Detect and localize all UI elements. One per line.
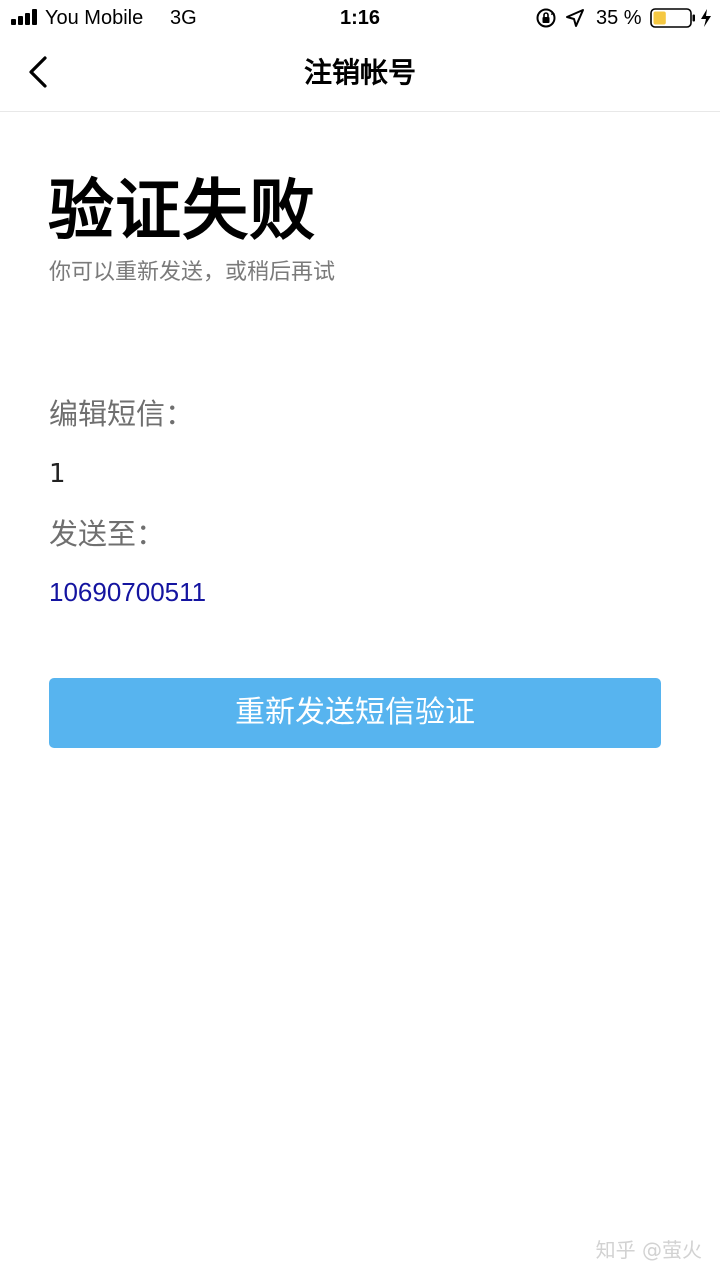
verification-hint-text: 你可以重新发送，或稍后再试 bbox=[49, 260, 336, 285]
battery-percent: 35 % bbox=[596, 7, 642, 29]
sms-content-value: 1 bbox=[49, 459, 66, 489]
charging-icon bbox=[701, 9, 711, 27]
location-icon bbox=[566, 9, 584, 27]
send-to-phone-number[interactable]: 10690700511 bbox=[49, 574, 206, 610]
sms-content-label: 编辑短信： bbox=[49, 397, 195, 431]
page-title: 注销帐号 bbox=[303, 56, 416, 89]
rotation-lock-icon bbox=[536, 8, 556, 28]
verification-failed-heading: 验证失败 bbox=[48, 172, 316, 249]
send-to-label: 发送至： bbox=[49, 517, 166, 551]
status-bar: You Mobile 3G 1:16 35 % bbox=[0, 0, 720, 36]
battery-icon bbox=[650, 8, 695, 28]
resend-sms-button[interactable]: 重新发送短信验证 bbox=[49, 678, 661, 748]
watermark-text: 知乎 @萤火 bbox=[595, 1238, 702, 1262]
navigation-bar: 注销帐号 bbox=[0, 36, 720, 112]
